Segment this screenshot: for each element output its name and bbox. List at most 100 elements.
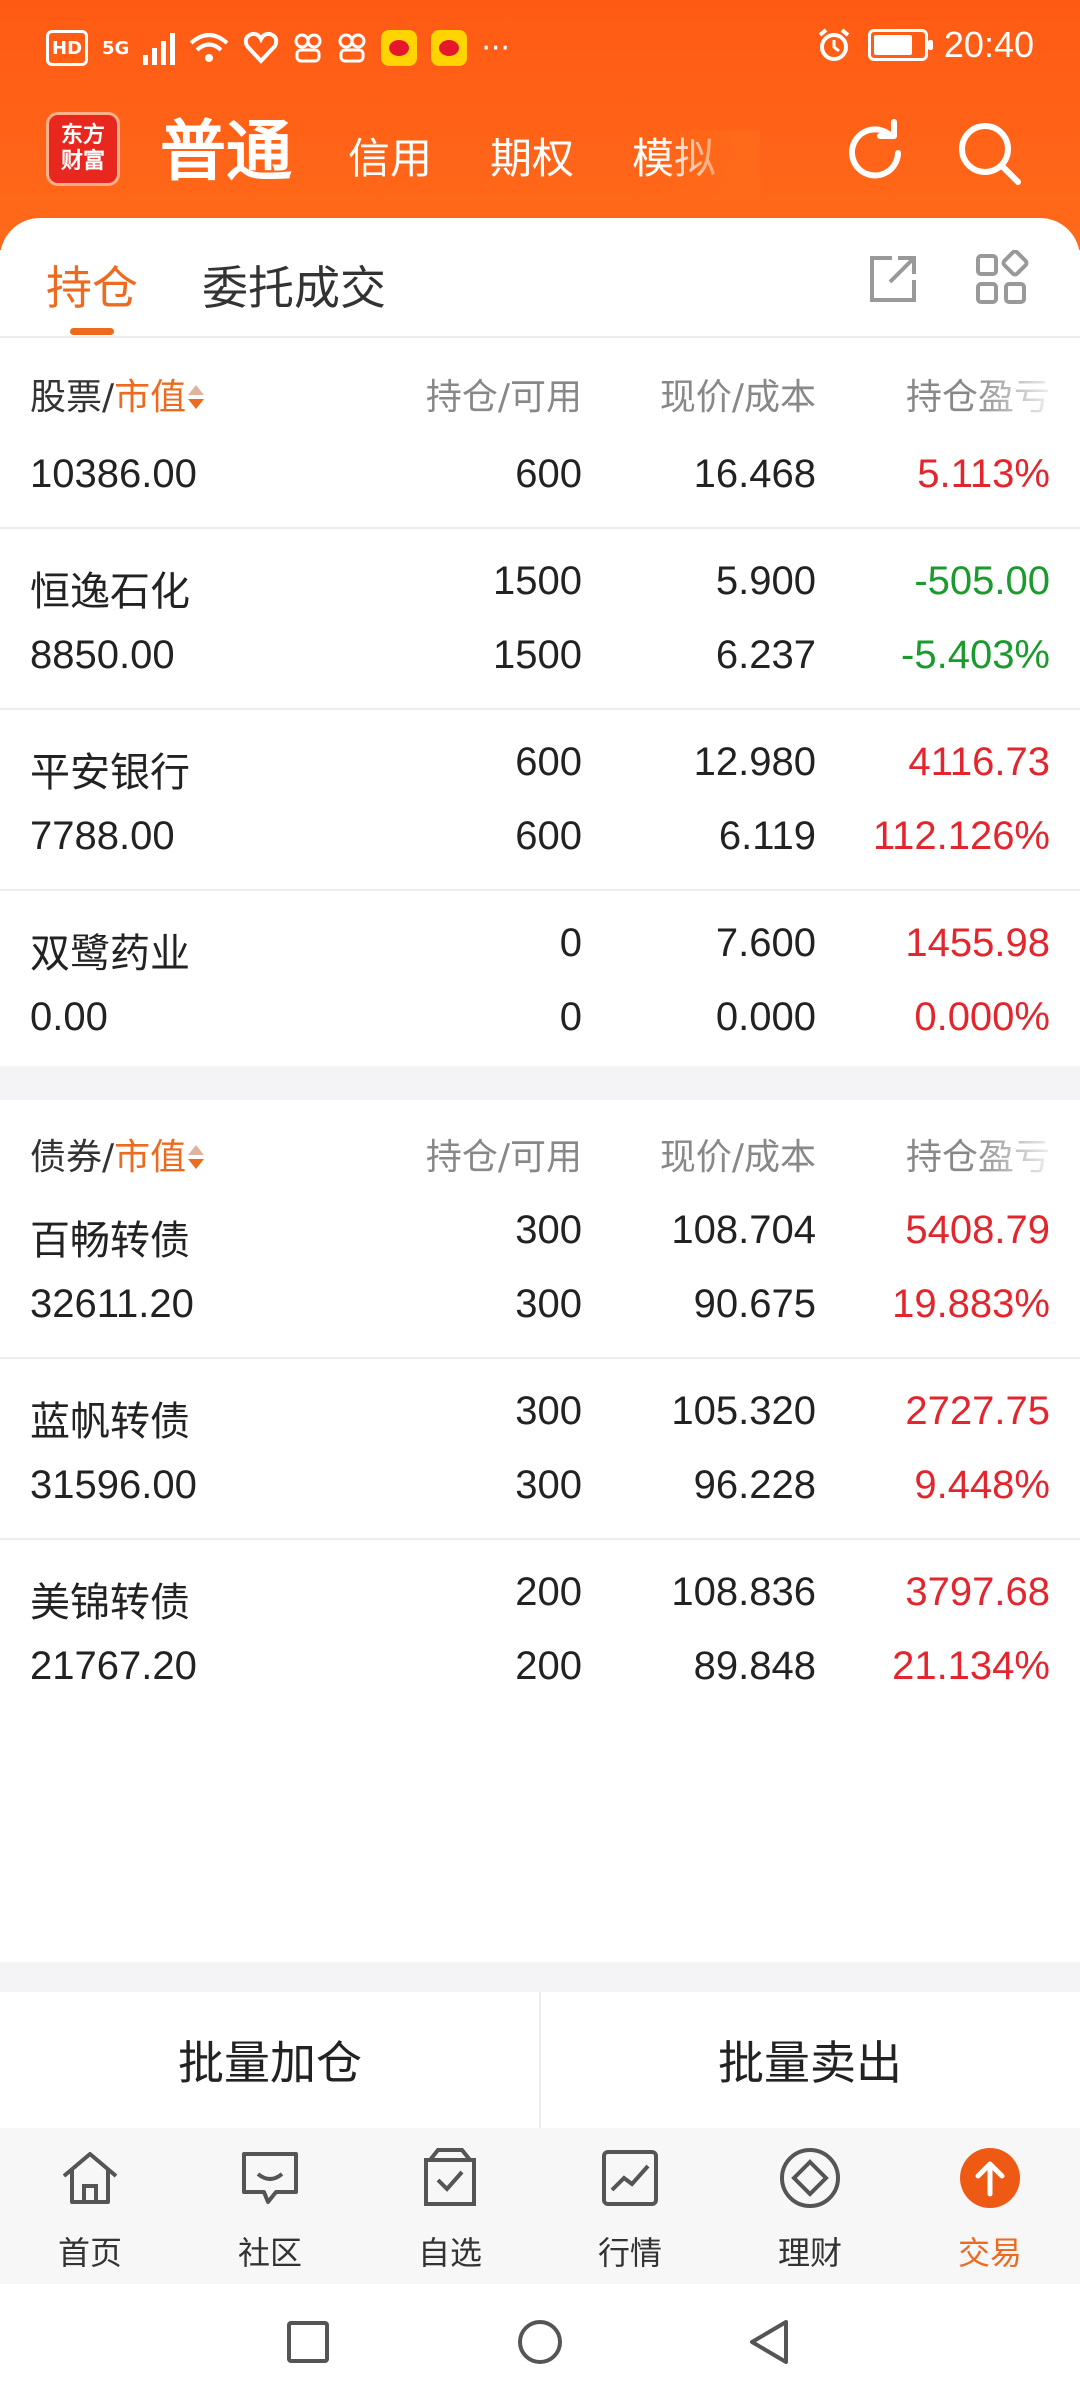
position-pl-pct: -5.403%	[901, 633, 1050, 677]
current-price: 108.836	[671, 1570, 816, 1614]
market-value-sort-label: 市值	[114, 377, 187, 418]
nav-wealth[interactable]: 理财	[720, 2128, 900, 2284]
cost-price: 6.237	[715, 633, 816, 677]
search-icon[interactable]	[954, 118, 1024, 188]
sort-arrows-icon	[186, 383, 205, 413]
current-price: 7.600	[715, 921, 816, 965]
market-value: 7788.00	[30, 814, 175, 858]
hold-qty: 1500	[493, 559, 582, 603]
position-pl: -505.00	[914, 559, 1050, 603]
current-price: 105.320	[671, 1389, 816, 1433]
recent-apps-icon[interactable]	[280, 2314, 336, 2370]
stock-label: 股票	[30, 377, 103, 418]
batch-sell-button[interactable]: 批量卖出	[540, 1992, 1080, 2128]
nav-label: 交易	[957, 2234, 1022, 2272]
nav-label: 首页	[57, 2234, 122, 2272]
cost-price: 89.848	[693, 1644, 816, 1688]
stock-row[interactable]: 柳药集团10386.0060060017.31016.468505.505.11…	[0, 440, 1080, 529]
position-pl: 4116.73	[908, 740, 1050, 784]
hold-qty: 300	[515, 1208, 582, 1252]
bond-row[interactable]: 百畅转债 32611.20 300 300 108.704 90.675 5408.79 19…	[0, 1178, 1080, 1359]
position-pl: 2727.75	[905, 1389, 1050, 1433]
nav-trade[interactable]: 交易	[900, 2128, 1080, 2284]
cost-price: 0.000	[715, 995, 816, 1039]
bond-price-cost-header: 现价/成本	[659, 1137, 816, 1178]
stock-row[interactable]: 恒逸石化 8850.00 1500 1500 5.900 6.237 -505.00 -5.4…	[0, 529, 1080, 710]
hold-qty: 600	[515, 740, 582, 784]
nav-market[interactable]: 行情	[540, 2128, 720, 2284]
stock-name: 平安银行	[30, 750, 190, 796]
cost-price: 90.675	[693, 1282, 816, 1326]
alarm-icon	[818, 28, 850, 61]
tab-holdings[interactable]: 持仓	[46, 252, 138, 318]
bond-market-value-sort-label: 市值	[114, 1137, 187, 1178]
available-qty: 200	[515, 1644, 582, 1688]
nav-label: 自选	[417, 2234, 482, 2272]
heart-link-icon	[244, 31, 279, 64]
bond-row[interactable]: 蓝帆转债 31596.00 300 300 105.320 96.228 2727.75 9.…	[0, 1359, 1080, 1540]
active-tab-underline	[70, 328, 114, 335]
stock-row[interactable]: 平安银行 7788.00 600 600 12.980 6.119 4116.73 112.1…	[0, 710, 1080, 891]
stock-name: 恒逸石化	[30, 569, 190, 615]
tab-orders-trades[interactable]: 委托成交	[202, 252, 386, 318]
nav-watchlist[interactable]: 自选	[360, 2128, 540, 2284]
hold-qty: 300	[515, 1389, 582, 1433]
current-price: 5.900	[715, 559, 816, 603]
available-qty: 600	[515, 452, 582, 496]
more-notifications-icon: ···	[481, 30, 510, 66]
nav-label: 社区	[237, 2234, 302, 2272]
home-icon	[62, 2152, 118, 2204]
header-fade	[970, 360, 1080, 420]
grid-layout-icon[interactable]	[972, 250, 1030, 308]
stock-row[interactable]: 双鹭药业 0.00 0 0 7.600 0.000 1455.98 0.000%	[0, 891, 1080, 1066]
available-qty: 0	[559, 995, 582, 1039]
position-pl-pct: 5.113%	[917, 452, 1050, 496]
bond-label: 债券	[30, 1137, 103, 1178]
current-price: 12.980	[693, 740, 816, 784]
checkbox-icon	[424, 2148, 476, 2206]
cost-price: 16.468	[693, 452, 816, 496]
position-pl: 3797.68	[905, 1570, 1050, 1614]
share-external-icon[interactable]	[864, 250, 922, 308]
available-qty: 600	[515, 814, 582, 858]
logo-text-line1: 东方	[60, 123, 105, 148]
tab-normal[interactable]: 普通	[160, 98, 292, 200]
stock-list: 柳药集团10386.0060060017.31016.468505.505.11…	[0, 440, 1080, 1066]
nav-home[interactable]: 首页	[0, 2128, 180, 2284]
position-pl: 1455.98	[905, 921, 1050, 965]
nav-community[interactable]: 社区	[180, 2128, 360, 2284]
position-pl: 5408.79	[905, 1208, 1050, 1252]
bond-sort-header[interactable]: 债券/市值	[30, 1128, 205, 1180]
trade-arrow-icon	[960, 2148, 1020, 2208]
app-notify-icon-1	[294, 33, 322, 63]
status-icons-right: 20:40	[816, 24, 1034, 66]
hold-available-header: 持仓/可用	[425, 377, 582, 418]
app-header: HD 5G ··· 20:40 东方 财富 普通 信用 期权 模拟	[0, 0, 1080, 250]
hold-qty: 0	[559, 921, 582, 965]
bond-name: 美锦转债	[30, 1580, 190, 1626]
tab-credit[interactable]: 信用	[348, 125, 432, 200]
stock-name: 双鹭药业	[30, 931, 190, 977]
section-gap-bottom	[0, 1962, 1080, 1994]
position-pl-pct: 0.000%	[914, 995, 1050, 1039]
market-value: 10386.00	[30, 452, 197, 496]
status-bar: HD 5G ··· 20:40	[0, 0, 1080, 100]
weibo-icon-2	[431, 30, 468, 66]
bond-row[interactable]: 美锦转债 21767.20 200 200 108.836 89.848 3797.68 21…	[0, 1540, 1080, 1721]
eastmoney-logo[interactable]: 东方 财富	[46, 112, 120, 186]
available-qty: 1500	[493, 633, 582, 677]
cost-price: 6.119	[718, 814, 816, 858]
stock-sort-header[interactable]: 股票/市值	[30, 368, 205, 420]
price-cost-header: 现价/成本	[659, 377, 816, 418]
market-value: 31596.00	[30, 1463, 197, 1507]
refresh-icon[interactable]	[840, 118, 910, 188]
home-circle-icon[interactable]	[512, 2314, 568, 2370]
bottom-navigation: 首页 社区 自选 行情 理财 交易	[0, 2128, 1080, 2284]
weibo-icon	[381, 30, 418, 66]
back-triangle-icon[interactable]	[742, 2314, 798, 2370]
tab-options[interactable]: 期权	[490, 125, 574, 200]
batch-add-button[interactable]: 批量加仓	[0, 1992, 540, 2128]
sub-tabs: 持仓 委托成交	[0, 218, 1080, 338]
section-gap	[0, 1066, 1080, 1100]
stock-column-header: 股票/市值 持仓/可用 现价/成本 持仓盈亏	[0, 340, 1080, 440]
